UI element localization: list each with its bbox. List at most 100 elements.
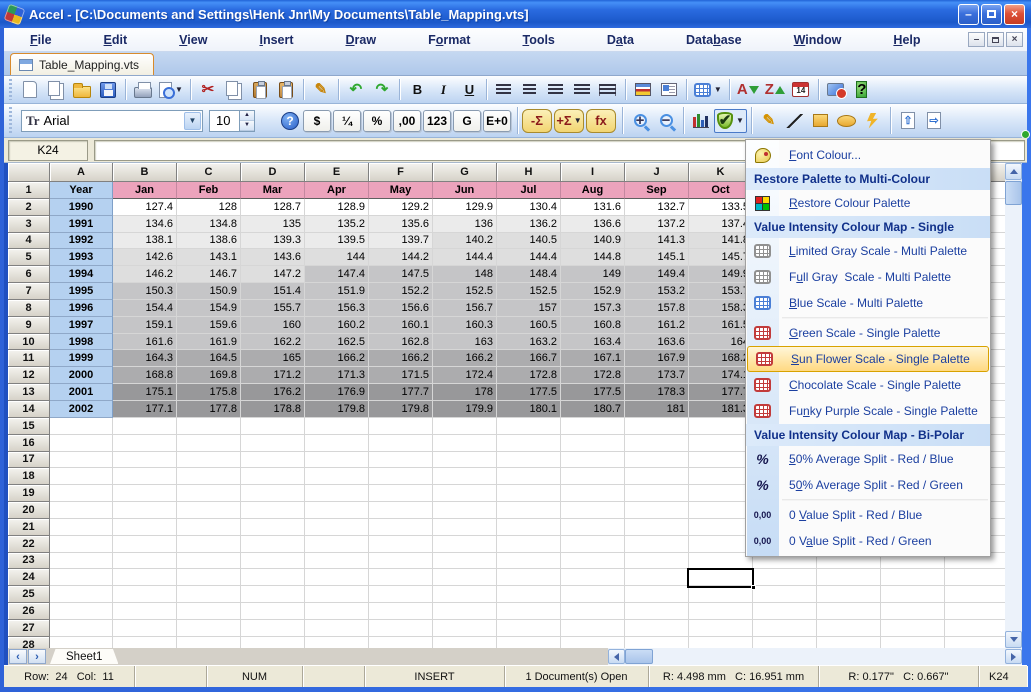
grid-cell[interactable] <box>561 586 625 603</box>
grid-cell[interactable]: 136.2 <box>497 216 561 233</box>
grid-cell[interactable] <box>625 468 689 485</box>
grid-cell[interactable] <box>305 536 369 553</box>
grid-cell[interactable]: 169.8 <box>177 367 241 384</box>
grid-cell[interactable] <box>689 553 753 570</box>
grid-cell[interactable] <box>561 620 625 637</box>
grid-cell[interactable]: 181 <box>625 401 689 418</box>
grid-cell[interactable] <box>433 553 497 570</box>
colour-map-button[interactable]: ✔▼ <box>714 109 747 133</box>
minimize-button[interactable]: – <box>958 4 979 25</box>
grid-cell[interactable]: 135.6 <box>369 216 433 233</box>
grid-cell[interactable]: 167.9 <box>625 350 689 367</box>
grid-cell[interactable] <box>945 620 1005 637</box>
grid-cell[interactable] <box>241 435 305 452</box>
scroll-right-button[interactable] <box>1005 649 1022 664</box>
menu-item-50-average-split-red-blue[interactable]: %50% Average Split - Red / Blue <box>746 446 990 472</box>
close-button[interactable]: × <box>1004 4 1025 25</box>
grid-cell[interactable]: 157 <box>497 300 561 317</box>
align-right-button[interactable] <box>543 78 569 102</box>
grid-cell[interactable] <box>689 435 753 452</box>
grid-cell[interactable]: 181.3 <box>689 401 753 418</box>
grid-cell[interactable]: 180.7 <box>561 401 625 418</box>
grid-cell[interactable] <box>113 620 177 637</box>
font-name-select[interactable]: Tr Arial ▼ <box>21 110 203 132</box>
grid-cell[interactable] <box>497 435 561 452</box>
grid-cell[interactable]: 153.2 <box>625 283 689 300</box>
grid-cell[interactable] <box>433 586 497 603</box>
month-header-cell[interactable]: Aug <box>561 182 625 199</box>
grid-cell[interactable]: 160.2 <box>305 317 369 334</box>
row-header[interactable]: 25 <box>8 586 50 603</box>
italic-button[interactable]: I <box>430 78 456 102</box>
year-cell[interactable]: 1999 <box>50 350 113 367</box>
grid-cell[interactable] <box>625 620 689 637</box>
grid-cell[interactable]: 156.3 <box>305 300 369 317</box>
grid-cell[interactable] <box>817 620 881 637</box>
grid-cell[interactable]: 166.7 <box>497 350 561 367</box>
grid-cell[interactable]: 178 <box>433 384 497 401</box>
function-button[interactable]: fx <box>586 109 616 133</box>
grid-cell[interactable]: 177.7 <box>369 384 433 401</box>
grid-cell[interactable] <box>625 502 689 519</box>
grid-cell[interactable]: 177.8 <box>177 401 241 418</box>
month-header-cell[interactable]: Jun <box>433 182 497 199</box>
grid-cell[interactable]: 137.4 <box>689 216 753 233</box>
grid-cell[interactable]: 164.5 <box>177 350 241 367</box>
grid-cell[interactable] <box>497 637 561 648</box>
grid-cell[interactable] <box>113 569 177 586</box>
grid-cell[interactable] <box>561 452 625 469</box>
grid-cell[interactable] <box>561 418 625 435</box>
grid-cell[interactable]: 144.8 <box>561 249 625 266</box>
print-button[interactable] <box>130 78 156 102</box>
general-format-button[interactable]: G <box>453 110 481 132</box>
grid-cell[interactable] <box>945 586 1005 603</box>
grid-cell[interactable] <box>177 553 241 570</box>
year-cell[interactable]: 2002 <box>50 401 113 418</box>
grid-cell[interactable] <box>177 536 241 553</box>
grid-cell[interactable] <box>689 485 753 502</box>
grid-cell[interactable] <box>369 519 433 536</box>
help-button[interactable]: ? <box>849 78 875 102</box>
row-header[interactable]: 12 <box>8 367 50 384</box>
toolbar-grip[interactable] <box>7 79 14 101</box>
row-header[interactable]: 18 <box>8 468 50 485</box>
grid-cell[interactable] <box>305 468 369 485</box>
grid-cell[interactable] <box>177 435 241 452</box>
grid-cell[interactable] <box>881 637 945 648</box>
grid-cell[interactable]: 135 <box>241 216 305 233</box>
row-colours-button[interactable] <box>630 78 656 102</box>
save-document-button[interactable] <box>95 78 121 102</box>
grid-cell[interactable] <box>881 569 945 586</box>
grid-cell[interactable] <box>689 536 753 553</box>
grid-cell[interactable] <box>689 502 753 519</box>
row-header[interactable]: 28 <box>8 637 50 648</box>
fraction-button[interactable]: ¼ <box>333 110 361 132</box>
menu-item-0-value-split-red-green[interactable]: 0,000 Value Split - Red / Green <box>746 528 990 554</box>
grid-cell[interactable]: 162.8 <box>369 334 433 351</box>
chevron-down-icon[interactable]: ▼ <box>574 116 582 125</box>
grid-cell[interactable] <box>369 536 433 553</box>
grid-cell[interactable] <box>625 418 689 435</box>
column-header[interactable]: D <box>241 163 305 182</box>
grid-cell[interactable] <box>497 502 561 519</box>
grid-cell[interactable] <box>113 452 177 469</box>
document-tab[interactable]: Table_Mapping.vts <box>10 53 154 75</box>
grid-cell[interactable]: 152.9 <box>561 283 625 300</box>
grid-cell[interactable]: 136 <box>433 216 497 233</box>
grid-cell[interactable] <box>561 553 625 570</box>
grid-cell[interactable] <box>561 637 625 648</box>
grid-cell[interactable] <box>369 452 433 469</box>
grid-cell[interactable]: 180.1 <box>497 401 561 418</box>
copy-document-button[interactable] <box>43 78 69 102</box>
grid-cell[interactable]: 161.6 <box>113 334 177 351</box>
grid-cell[interactable] <box>241 553 305 570</box>
grid-cell[interactable]: 149.9 <box>689 266 753 283</box>
row-header[interactable]: 8 <box>8 300 50 317</box>
grid-cell[interactable] <box>241 519 305 536</box>
menu-item-0-value-split-red-blue[interactable]: 0,000 Value Split - Red / Blue <box>746 502 990 528</box>
row-header[interactable]: 19 <box>8 485 50 502</box>
draw-freeform-button[interactable] <box>860 109 886 133</box>
row-header[interactable]: 13 <box>8 384 50 401</box>
grid-cell[interactable] <box>241 418 305 435</box>
align-left-button[interactable] <box>491 78 517 102</box>
